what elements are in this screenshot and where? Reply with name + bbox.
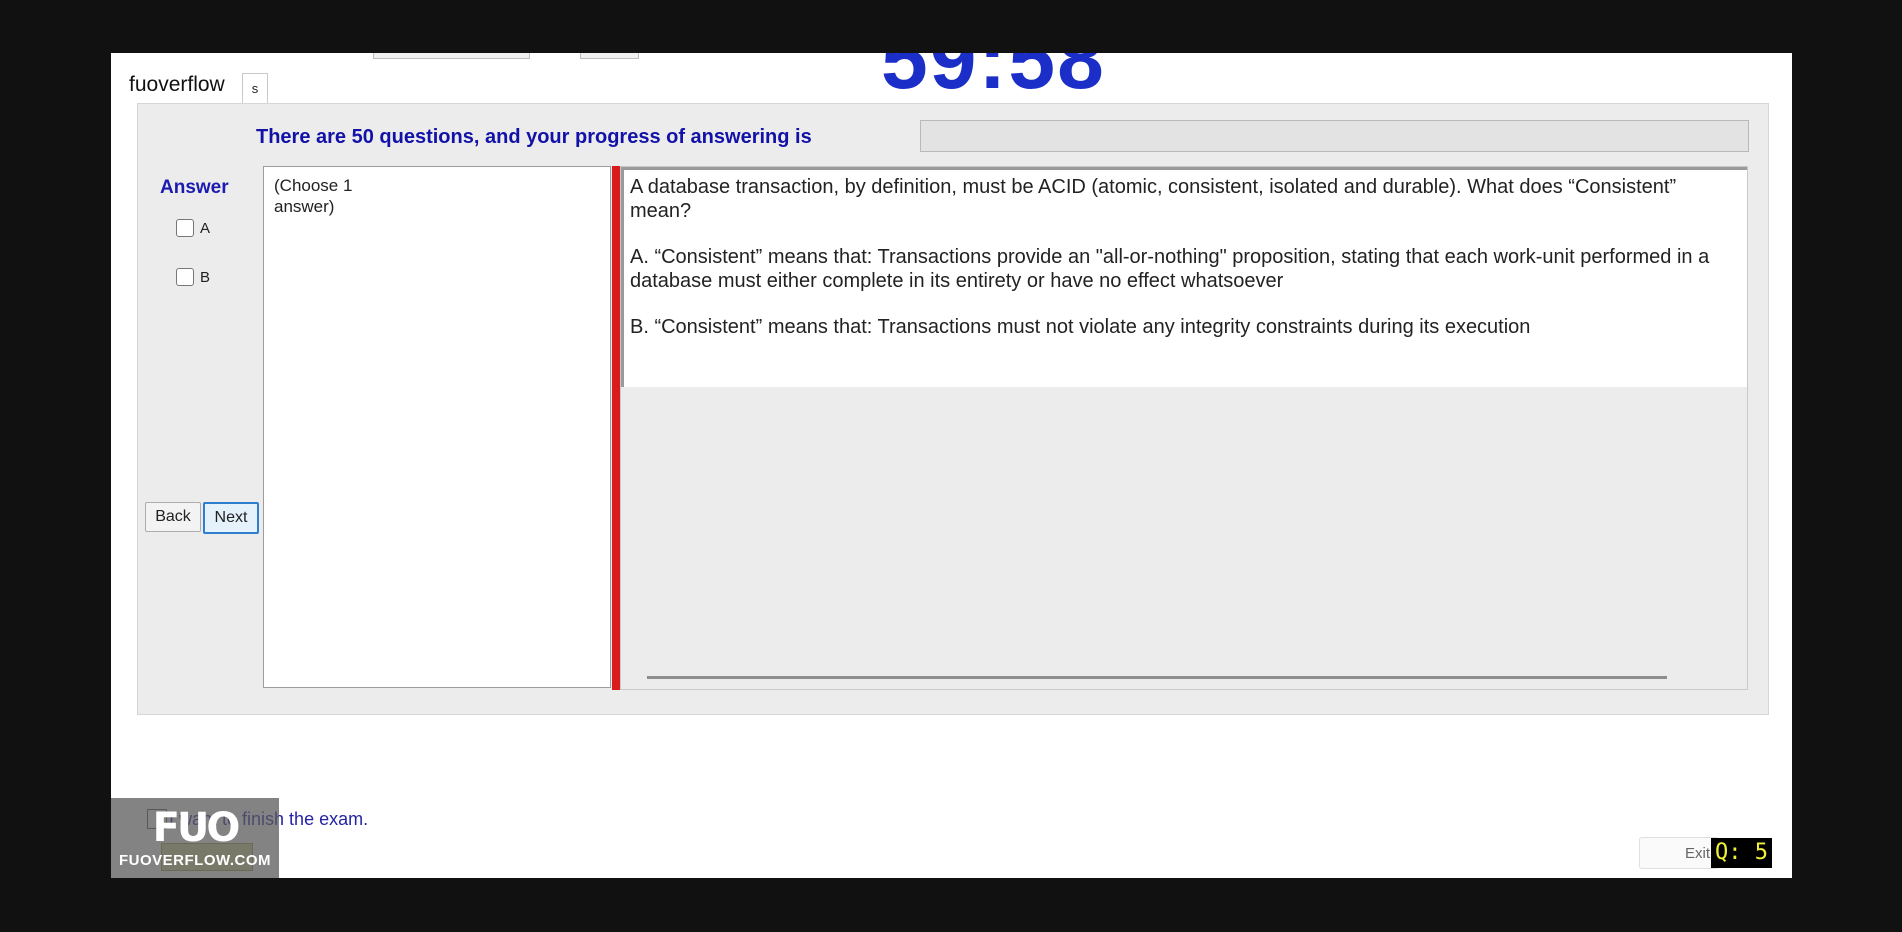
answer-option-a[interactable]: A [176, 219, 210, 237]
option-b-label: B [200, 268, 211, 286]
question-number-badge: Q: 5 [1711, 838, 1772, 868]
logo-mark: FUO [152, 804, 241, 851]
horizontal-scrollbar[interactable] [647, 676, 1667, 679]
logo-text: FUOVERFLOW.COM [119, 851, 271, 869]
question-stem: A database transaction, by definition, m… [630, 176, 1677, 222]
tab-main[interactable]: s [242, 73, 268, 104]
option-a-label: A [200, 219, 211, 237]
splitter[interactable] [612, 166, 620, 690]
choose-hint-box: (Choose 1 answer) [263, 166, 611, 688]
next-button[interactable]: Next [203, 502, 259, 534]
top-dropdown[interactable] [373, 53, 530, 59]
progress-label: There are 50 questions, and your progres… [256, 126, 812, 148]
question-area: A database transaction, by definition, m… [620, 166, 1748, 690]
answer-label: Answer [160, 177, 229, 198]
checkbox-b[interactable] [176, 268, 194, 286]
countdown-timer: 59:58 [881, 53, 1106, 106]
progress-bar [920, 120, 1749, 152]
exit-button[interactable]: Exit [1639, 837, 1719, 869]
exam-panel: There are 50 questions, and your progres… [137, 103, 1769, 715]
top-field[interactable] [580, 53, 639, 59]
answer-option-b[interactable]: B [176, 268, 210, 286]
question-option-b: B. “Consistent” means that: Transactions… [630, 316, 1531, 338]
exam-window: 59:58 fuoverflow s There are 50 question… [111, 53, 1792, 878]
choose-hint: (Choose 1 answer) [274, 176, 353, 216]
fuoverflow-logo: FUO FUOVERFLOW.COM [111, 798, 279, 878]
question-option-a: A. “Consistent” means that: Transactions… [630, 246, 1710, 292]
question-text: A database transaction, by definition, m… [621, 167, 1747, 387]
back-button[interactable]: Back [145, 502, 201, 532]
checkbox-a[interactable] [176, 219, 194, 237]
app-title: fuoverflow [129, 73, 225, 96]
